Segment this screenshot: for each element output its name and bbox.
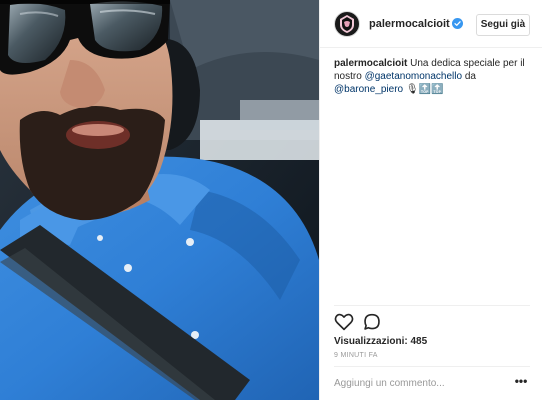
palermo-logo-icon <box>340 15 354 33</box>
more-options-icon[interactable]: ••• <box>513 375 529 390</box>
caption-emoji: 🎙🔝🔝 <box>405 84 444 95</box>
comment-input[interactable] <box>334 374 504 392</box>
divider <box>334 366 530 367</box>
post-caption: palermocalcioit Una dedica speciale per … <box>334 57 534 96</box>
post-header: palermocalcioit Segui già <box>320 0 542 48</box>
caption-username[interactable]: palermocalcioit <box>334 58 407 69</box>
username[interactable]: palermocalcioit <box>369 18 450 30</box>
mention-link[interactable]: @gaetanomonachello <box>365 71 462 82</box>
avatar[interactable] <box>334 11 360 37</box>
follow-button[interactable]: Segui già <box>476 14 530 36</box>
video-frame <box>0 0 319 400</box>
mention-link[interactable]: @barone_piero <box>334 84 403 95</box>
caption-text: da <box>464 71 476 82</box>
post-timestamp[interactable]: 9 MINUTI FA <box>334 352 378 359</box>
post-video[interactable] <box>0 0 319 400</box>
views-count: Visualizzazioni: 485 <box>334 336 428 347</box>
comment-icon[interactable] <box>363 313 381 331</box>
heart-icon[interactable] <box>334 313 354 331</box>
divider <box>334 305 530 306</box>
post-details-panel: palermocalcioit Segui già palermocalcioi… <box>319 0 542 400</box>
verified-badge-icon <box>452 18 463 29</box>
